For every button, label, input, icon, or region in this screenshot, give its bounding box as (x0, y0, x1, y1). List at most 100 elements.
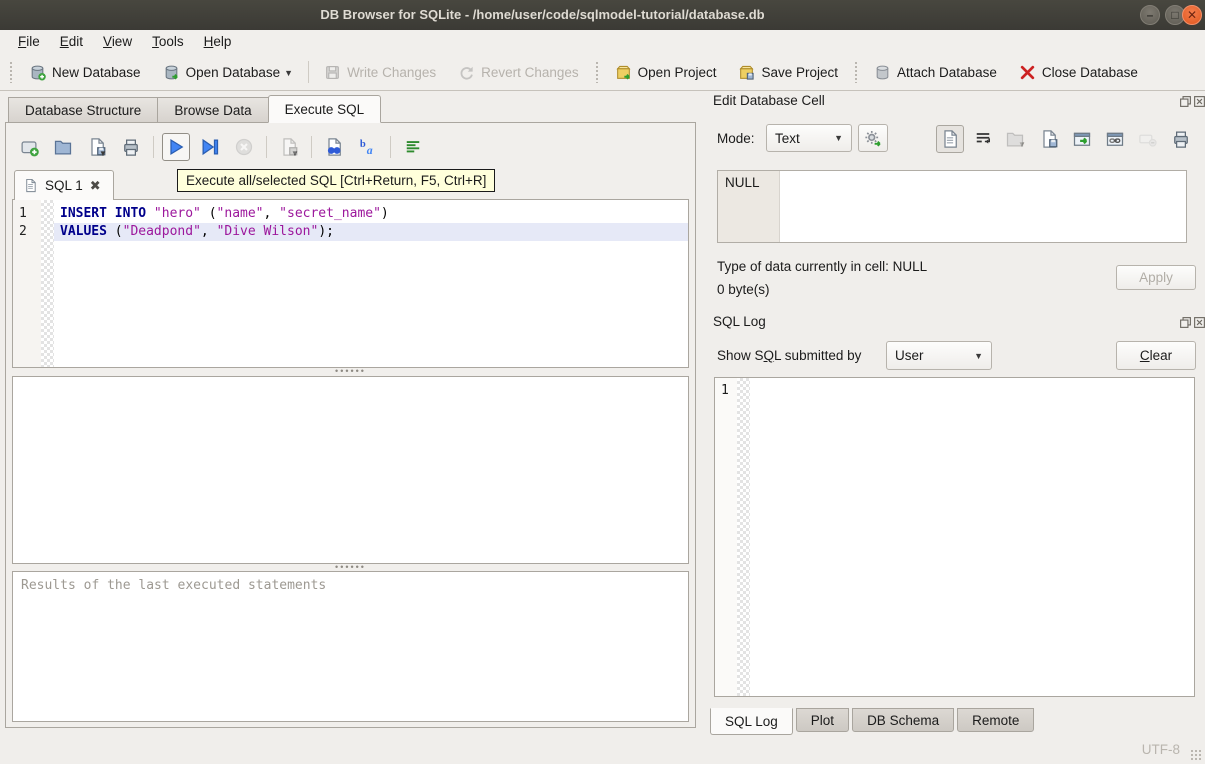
line-number-gutter: 12 (13, 200, 41, 367)
dock-tabbar: SQL LogPlotDB SchemaRemote (710, 708, 1034, 735)
write-changes-icon (324, 64, 341, 81)
dropdown-arrow-icon[interactable]: ▼ (99, 149, 107, 160)
set-null-button[interactable] (1134, 125, 1162, 153)
dock-close-icon[interactable] (1193, 316, 1205, 329)
format-sql-button[interactable]: ba (354, 133, 382, 161)
dock-tab-db-schema[interactable]: DB Schema (852, 708, 954, 732)
menu-file[interactable]: File (8, 30, 50, 54)
toolbar-handle[interactable] (854, 61, 858, 83)
dock-float-icon[interactable] (1179, 95, 1192, 108)
attach-database-icon (874, 64, 891, 81)
log-filter-value: User (895, 348, 924, 363)
find-replace-button[interactable] (320, 133, 348, 161)
dropdown-arrow-icon[interactable]: ▼ (284, 68, 293, 81)
find-replace-icon (324, 137, 344, 157)
print-sql-button[interactable] (117, 133, 145, 161)
format-sql-icon: ba (358, 137, 378, 157)
minimize-icon[interactable]: – (1140, 5, 1160, 25)
auto-apply-button[interactable] (858, 124, 888, 152)
open-database-button[interactable]: Open Database▼ (163, 64, 294, 81)
clear-log-button[interactable]: Clear (1116, 341, 1196, 370)
dock-close-icon[interactable] (1193, 95, 1205, 108)
open-sql-file-icon (53, 137, 73, 157)
cell-edit-area[interactable] (780, 171, 1186, 242)
copy-cell-link-icon (1105, 129, 1125, 149)
chevron-down-icon: ▼ (974, 351, 983, 361)
mode-select[interactable]: Text ▼ (766, 124, 852, 152)
open-project-button[interactable]: Open Project (615, 64, 717, 81)
log-content (750, 378, 1194, 696)
dock-tab-sql-log[interactable]: SQL Log (710, 708, 793, 735)
toolbar-separator (153, 136, 154, 158)
open-external-icon (1072, 129, 1092, 149)
menu-tools[interactable]: Tools (142, 30, 194, 54)
tab-close-icon[interactable]: ✖ (90, 179, 101, 192)
db-browser-window: DB Browser for SQLite - /home/user/code/… (0, 0, 1205, 764)
execute-all-button[interactable] (162, 133, 190, 161)
toggle-comment-button[interactable] (399, 133, 427, 161)
sql-log-view[interactable]: 1 (714, 377, 1195, 697)
copy-cell-link-button[interactable] (1101, 125, 1129, 153)
revert-changes-button[interactable]: Revert Changes (458, 64, 579, 81)
new-sql-tab-button[interactable] (15, 133, 43, 161)
cell-size-info: 0 byte(s) (717, 282, 770, 297)
attach-database-button[interactable]: Attach Database (874, 64, 997, 81)
main-tabbar: Database StructureBrowse DataExecute SQL (8, 95, 380, 123)
apply-button[interactable]: Apply (1116, 265, 1196, 290)
print-cell-button[interactable] (1167, 125, 1195, 153)
tab-browse-data[interactable]: Browse Data (157, 97, 268, 123)
tab-database-structure[interactable]: Database Structure (8, 97, 158, 123)
dock-float-icon[interactable] (1179, 316, 1192, 329)
window-title: DB Browser for SQLite - /home/user/code/… (0, 0, 1085, 30)
close-database-icon (1019, 64, 1036, 81)
export-cell-data-button[interactable] (1035, 125, 1063, 153)
sql-tab-label: SQL 1 (45, 178, 83, 193)
dock-tab-remote[interactable]: Remote (957, 708, 1034, 732)
main-toolbar: New Database Open Database▼ Write Changes R… (0, 54, 1205, 91)
close-database-button[interactable]: Close Database (1019, 64, 1138, 81)
menu-view[interactable]: View (93, 30, 142, 54)
sql-code-editor[interactable]: 12 INSERT INTO "hero" ("name", "secret_n… (12, 199, 689, 368)
titlebar[interactable]: DB Browser for SQLite - /home/user/code/… (0, 0, 1205, 31)
toolbar-handle[interactable] (9, 61, 13, 83)
stop-execution-button[interactable] (230, 133, 258, 161)
results-grid-pane (12, 376, 689, 564)
text-mode-button[interactable] (936, 125, 964, 153)
save-project-button[interactable]: Save Project (738, 64, 838, 81)
open-project-icon (615, 64, 632, 81)
toolbar-handle[interactable] (595, 61, 599, 83)
code-area[interactable]: INSERT INTO "hero" ("name", "secret_name… (54, 200, 688, 367)
import-cell-data-button[interactable]: ▼ (1002, 125, 1030, 153)
cell-value-editor[interactable]: NULL (717, 170, 1187, 243)
resize-grip-icon[interactable] (1190, 749, 1202, 761)
tab-execute-sql[interactable]: Execute SQL (268, 95, 382, 123)
write-changes-button[interactable]: Write Changes (324, 64, 436, 81)
open-sql-file-button[interactable] (49, 133, 77, 161)
splitter-handle[interactable]: •••••• (12, 369, 689, 375)
chevron-down-icon: ▼ (834, 133, 843, 143)
new-database-button[interactable]: New Database (29, 64, 141, 81)
dock-tab-plot[interactable]: Plot (796, 708, 849, 732)
code-line[interactable]: VALUES ("Deadpond", "Dive Wilson"); (54, 223, 688, 241)
menu-help[interactable]: Help (194, 30, 242, 54)
log-filter-select[interactable]: User ▼ (886, 341, 992, 370)
toolbar-separator (311, 136, 312, 158)
menu-edit[interactable]: Edit (50, 30, 93, 54)
execute-current-line-button[interactable] (196, 133, 224, 161)
encoding-status: UTF-8 (1100, 742, 1180, 757)
open-database-icon (163, 64, 180, 81)
save-results-button[interactable]: ▼ (275, 133, 303, 161)
code-line[interactable]: INSERT INTO "hero" ("name", "secret_name… (54, 205, 688, 223)
print-cell-icon (1171, 129, 1191, 149)
toolbar-separator (266, 136, 267, 158)
open-external-button[interactable] (1068, 125, 1096, 153)
close-icon[interactable]: ✕ (1182, 5, 1202, 25)
mode-label: Mode: (717, 131, 755, 146)
sql-document-tab[interactable]: SQL 1 ✖ (14, 170, 114, 200)
new-database-icon (29, 64, 46, 81)
word-wrap-button[interactable] (969, 125, 997, 153)
stop-execution-icon (234, 137, 254, 157)
save-sql-file-button[interactable]: ▼ (83, 133, 111, 161)
toggle-comment-icon (403, 137, 423, 157)
save-results-icon (279, 137, 299, 157)
